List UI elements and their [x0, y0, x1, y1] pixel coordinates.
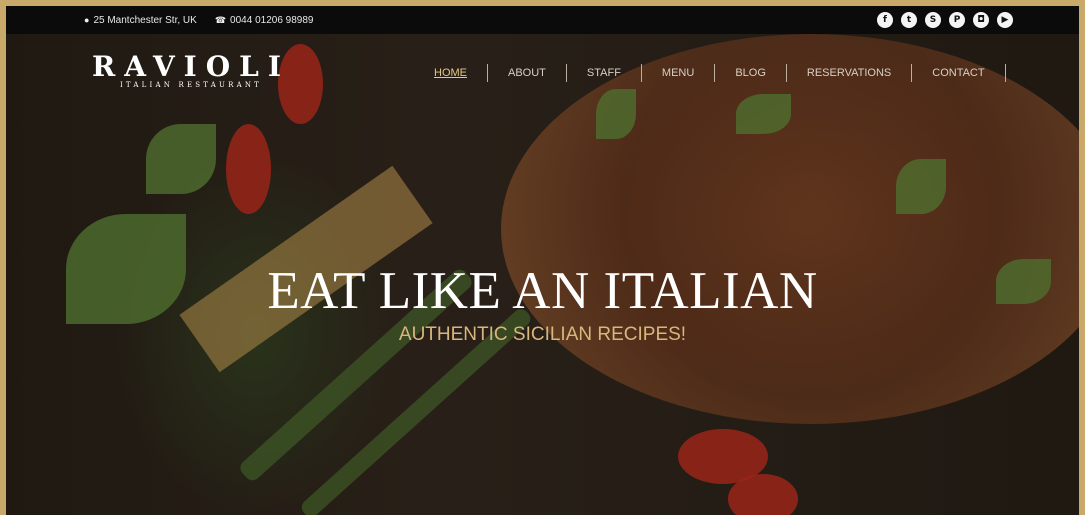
nav-item-home[interactable]: HOME: [414, 64, 488, 82]
main-nav: HOME ABOUT STAFF MENU BLOG RESERVATIONS …: [414, 64, 1006, 82]
instagram-icon[interactable]: ◘: [973, 12, 989, 28]
tomato-image: [226, 124, 271, 214]
nav-item-staff[interactable]: STAFF: [567, 64, 642, 82]
twitter-icon[interactable]: t: [901, 12, 917, 28]
address-item: ● 25 Mantchester Str, UK: [84, 15, 197, 26]
nav-item-menu[interactable]: MENU: [642, 64, 716, 82]
phone-item: ☎ 0044 01206 98989: [215, 15, 314, 26]
top-info-bar: ● 25 Mantchester Str, UK ☎ 0044 01206 98…: [6, 6, 1079, 34]
skype-icon[interactable]: S: [925, 12, 941, 28]
youtube-icon[interactable]: ▶: [997, 12, 1013, 28]
hero-subheadline: AUTHENTIC SICILIAN RECIPES!: [398, 324, 687, 345]
restaurant-logo[interactable]: RAVIOLI ITALIAN RESTAURANT: [92, 50, 290, 90]
map-marker-icon: ●: [84, 15, 90, 25]
page-frame: ● 25 Mantchester Str, UK ☎ 0044 01206 98…: [6, 6, 1079, 515]
nav-item-reservations[interactable]: RESERVATIONS: [787, 64, 913, 82]
nav-item-blog[interactable]: BLOG: [715, 64, 787, 82]
tomato-image: [728, 474, 798, 515]
nav-item-about[interactable]: ABOUT: [488, 64, 567, 82]
pinterest-icon[interactable]: P: [949, 12, 965, 28]
pizza-image: [501, 34, 1079, 424]
social-links: f t S P ◘ ▶: [877, 12, 1013, 28]
logo-name: RAVIOLI: [92, 50, 290, 83]
address-text: 25 Mantchester Str, UK: [93, 14, 197, 26]
basil-leaf-image: [736, 94, 791, 134]
nav-item-contact[interactable]: CONTACT: [912, 64, 1006, 82]
basil-leaf-image: [896, 159, 946, 214]
hero-headline: EAT LIKE AN ITALIAN: [267, 262, 818, 320]
facebook-icon[interactable]: f: [877, 12, 893, 28]
phone-icon: ☎: [214, 14, 227, 25]
logo-tagline: ITALIAN RESTAURANT: [119, 81, 263, 89]
basil-leaf-image: [146, 124, 216, 194]
basil-leaf-image: [596, 89, 636, 139]
phone-text: 0044 01206 98989: [230, 14, 314, 26]
